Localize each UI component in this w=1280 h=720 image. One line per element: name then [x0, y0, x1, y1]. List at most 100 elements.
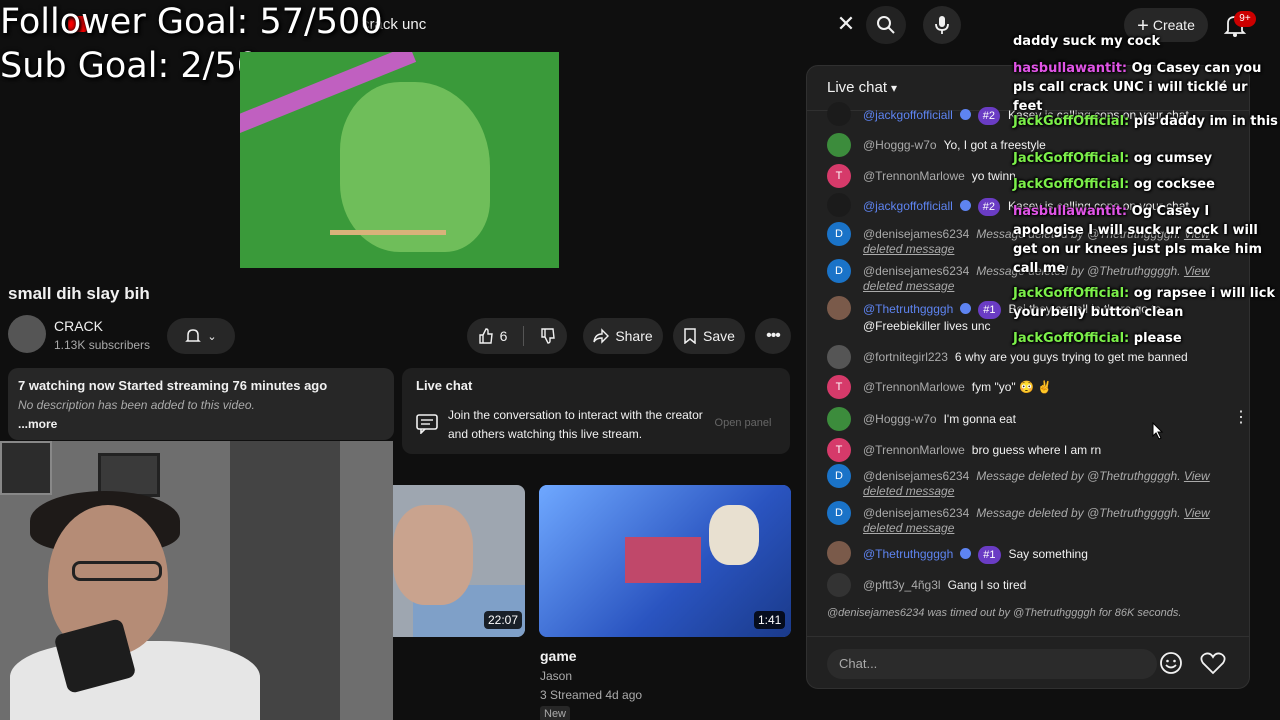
- chat-author[interactable]: @TrennonMarlowe: [863, 380, 965, 394]
- chat-message[interactable]: @pftt3y_4ñg3l Gang I so tired: [827, 573, 1227, 599]
- search-button[interactable]: [866, 6, 906, 44]
- verified-check-icon: [960, 303, 972, 314]
- chat-avatar[interactable]: T: [827, 164, 851, 188]
- live-chat-promo: Live chat Join the conversation to inter…: [402, 368, 790, 454]
- chat-author[interactable]: @jackgoffofficiall: [863, 199, 953, 213]
- chat-author[interactable]: @denisejames6234: [863, 506, 969, 520]
- chat-author[interactable]: @denisejames6234: [863, 264, 969, 278]
- chat-bubble-icon: [416, 414, 438, 434]
- description-box[interactable]: 7 watching now Started streaming 76 minu…: [8, 368, 394, 440]
- channel-avatar[interactable]: [8, 315, 46, 353]
- overlay-chat-name: hasbullawantit:: [1013, 204, 1128, 219]
- recommended-title[interactable]: game: [540, 648, 577, 664]
- chat-avatar[interactable]: [827, 296, 851, 320]
- overlay-chat-line: JackGoffOfficial: og rapsee i will lick …: [1013, 284, 1280, 322]
- description-meta: 7 watching now Started streaming 76 minu…: [18, 378, 328, 393]
- chat-avatar[interactable]: T: [827, 438, 851, 462]
- chat-author[interactable]: @TrennonMarlowe: [863, 169, 965, 183]
- search-input[interactable]: crack unc: [350, 6, 830, 44]
- overlay-chat-name: JackGoffOfficial:: [1013, 151, 1130, 166]
- chat-message[interactable]: T @TrennonMarlowe fym "yo" 😳 ✌: [827, 375, 1227, 401]
- chat-author[interactable]: @Hoggg-w7o: [863, 412, 937, 426]
- bookmark-icon: [684, 328, 696, 344]
- overlay-chat-text: pls daddy im in this: [1133, 114, 1278, 129]
- overlay-chat-line: JackGoffOfficial: please: [1013, 329, 1280, 348]
- chat-avatar[interactable]: [827, 193, 851, 217]
- chat-author[interactable]: @Thetruthggggh: [863, 302, 953, 316]
- overlay-chat-text: daddy suck my cock: [1013, 34, 1161, 49]
- chat-text: Say something: [1008, 547, 1088, 561]
- chat-avatar[interactable]: D: [827, 501, 851, 525]
- overlay-chat-name: JackGoffOfficial:: [1013, 114, 1130, 129]
- chat-author[interactable]: @pftt3y_4ñg3l: [863, 578, 941, 592]
- new-badge: New: [540, 706, 571, 720]
- chat-input-row: Chat...: [807, 636, 1249, 688]
- chat-author[interactable]: @denisejames6234: [863, 227, 969, 241]
- create-label: Create: [1152, 17, 1195, 33]
- chevron-down-icon: ⌄: [207, 330, 217, 343]
- chat-avatar[interactable]: [827, 133, 851, 157]
- chat-author[interactable]: @fortnitegirl223: [863, 350, 948, 364]
- chat-message[interactable]: @Hoggg-w7o I'm gonna eat: [827, 407, 1227, 433]
- live-chat-header[interactable]: Live chat ▾: [827, 79, 897, 96]
- live-chat-promo-text: Join the conversation to interact with t…: [448, 408, 703, 441]
- more-actions-button[interactable]: •••: [755, 318, 791, 354]
- chat-message[interactable]: D @denisejames6234 Message deleted by @The…: [827, 501, 1227, 535]
- chat-avatar[interactable]: [827, 102, 851, 126]
- message-menu-icon[interactable]: ⋮: [1233, 407, 1249, 427]
- chat-avatar[interactable]: [827, 407, 851, 431]
- chat-message[interactable]: D @denisejames6234 Message deleted by @The…: [827, 464, 1227, 498]
- webcam-glasses: [72, 561, 162, 581]
- save-label: Save: [703, 328, 735, 344]
- chat-avatar[interactable]: T: [827, 375, 851, 399]
- chat-text: fym "yo" 😳 ✌: [971, 380, 1053, 394]
- chat-message-body: @TrennonMarlowe fym "yo" 😳 ✌: [863, 375, 1052, 395]
- chat-author[interactable]: @Thetruthggggh: [863, 547, 953, 561]
- share-label: Share: [615, 328, 653, 344]
- thumbnail-game-image: [625, 537, 701, 583]
- chat-author[interactable]: @denisejames6234: [863, 469, 969, 483]
- like-count: 6: [499, 328, 508, 344]
- subscription-bell-button[interactable]: ⌄: [167, 318, 235, 354]
- overlay-chat-name: JackGoffOfficial:: [1013, 286, 1130, 301]
- emoji-icon[interactable]: [1159, 651, 1183, 675]
- video-player[interactable]: [240, 52, 559, 268]
- chat-input[interactable]: Chat...: [827, 649, 1157, 679]
- thumbs-up-icon: [478, 328, 493, 344]
- heart-icon[interactable]: [1199, 649, 1227, 677]
- recommended-meta: 3 Streamed 4d ago: [540, 688, 643, 702]
- follower-goal-overlay: Follower Goal: 57/500: [0, 2, 383, 42]
- chat-author[interactable]: @jackgoffofficiall: [863, 108, 953, 122]
- thumbnail-cat: [709, 505, 759, 565]
- open-panel-button[interactable]: Open panel: [708, 412, 778, 434]
- voice-search-button[interactable]: [923, 6, 961, 44]
- chat-message[interactable]: @fortnitegirl223 6 why are you guys tryin…: [827, 345, 1227, 371]
- chat-avatar[interactable]: D: [827, 464, 851, 488]
- chat-avatar[interactable]: D: [827, 259, 851, 283]
- member-rank-badge: #1: [978, 301, 1001, 319]
- chat-avatar[interactable]: [827, 573, 851, 597]
- video-frame-bush: [340, 82, 490, 252]
- save-button[interactable]: Save: [673, 318, 745, 354]
- thumbs-down-icon[interactable]: [540, 328, 556, 344]
- member-rank-badge: #2: [977, 198, 1001, 216]
- video-duration: 22:07: [484, 611, 523, 629]
- clear-search-icon[interactable]: ✕: [834, 12, 858, 36]
- mouse-cursor-icon: [1152, 422, 1164, 440]
- chat-avatar[interactable]: [827, 345, 851, 369]
- video-duration: 1:41: [754, 611, 786, 629]
- channel-name[interactable]: CRACK: [54, 318, 103, 334]
- chat-message[interactable]: @Thetruthggggh #1 Say something: [827, 541, 1227, 567]
- like-button[interactable]: 6: [467, 318, 567, 354]
- description-more-link[interactable]: ...more: [18, 417, 384, 431]
- webcam-shirt: [10, 641, 260, 720]
- chat-avatar[interactable]: [827, 541, 851, 565]
- chat-avatar[interactable]: D: [827, 222, 851, 246]
- chat-text: I'm gonna eat: [943, 412, 1016, 426]
- recommended-channel[interactable]: Jason: [540, 669, 572, 683]
- chat-author[interactable]: @TrennonMarlowe: [863, 443, 965, 457]
- chat-message[interactable]: T @TrennonMarlowe bro guess where I am rn: [827, 438, 1227, 464]
- chat-author[interactable]: @Hoggg-w7o: [863, 138, 937, 152]
- overlay-chat-text: og cocksee: [1133, 177, 1215, 192]
- share-button[interactable]: Share: [583, 318, 663, 354]
